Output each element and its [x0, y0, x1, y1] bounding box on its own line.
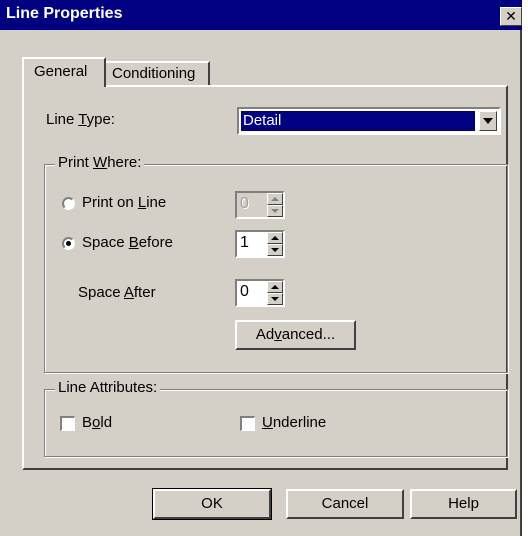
spin-up-icon[interactable] — [267, 281, 283, 293]
print-on-line-spinner: 0 — [235, 191, 285, 219]
print-where-legend: Print Where: — [55, 154, 145, 171]
bold-label[interactable]: Bold — [82, 414, 112, 431]
line-type-selected-value: Detail — [240, 110, 476, 132]
space-before-value[interactable]: 1 — [240, 234, 249, 252]
tab-join — [24, 85, 104, 88]
ok-button[interactable]: OK — [152, 488, 272, 520]
line-type-label: Line Type: — [46, 111, 115, 128]
advanced-button[interactable]: Advanced... — [235, 320, 356, 350]
space-before-radio[interactable] — [62, 237, 75, 250]
line-properties-dialog: Line Properties ✕ General Conditioning L… — [0, 0, 522, 536]
spin-down-icon[interactable] — [267, 293, 283, 305]
print-on-line-label[interactable]: Print on Line — [82, 194, 166, 211]
help-button[interactable]: Help — [410, 489, 517, 519]
close-icon: ✕ — [505, 8, 517, 24]
spin-up-icon — [267, 193, 283, 205]
bold-checkbox[interactable] — [60, 416, 75, 431]
underline-label[interactable]: Underline — [262, 414, 326, 431]
spin-down-icon — [267, 205, 283, 217]
print-on-line-value: 0 — [240, 195, 249, 212]
underline-checkbox[interactable] — [240, 416, 255, 431]
tab-general[interactable]: General — [22, 57, 106, 87]
space-after-value[interactable]: 0 — [240, 283, 249, 301]
close-button[interactable]: ✕ — [500, 7, 522, 26]
line-attributes-legend: Line Attributes: — [55, 379, 161, 396]
spin-down-icon[interactable] — [267, 244, 283, 256]
title-bar[interactable]: Line Properties ✕ — [0, 0, 522, 30]
tab-conditioning[interactable]: Conditioning — [104, 61, 210, 87]
line-type-dropdown[interactable]: Detail — [237, 107, 501, 135]
tab-general-label: General — [34, 63, 88, 80]
cancel-button[interactable]: Cancel — [286, 489, 404, 519]
window-title: Line Properties — [6, 5, 123, 22]
chevron-down-icon[interactable] — [479, 111, 497, 131]
tab-conditioning-label: Conditioning — [112, 65, 196, 82]
spin-up-icon[interactable] — [267, 232, 283, 244]
print-on-line-radio[interactable] — [62, 197, 75, 210]
space-before-label[interactable]: Space Before — [82, 234, 173, 251]
space-after-label: Space After — [78, 284, 156, 301]
space-before-spinner[interactable]: 1 — [235, 230, 285, 258]
space-after-spinner[interactable]: 0 — [235, 279, 285, 307]
